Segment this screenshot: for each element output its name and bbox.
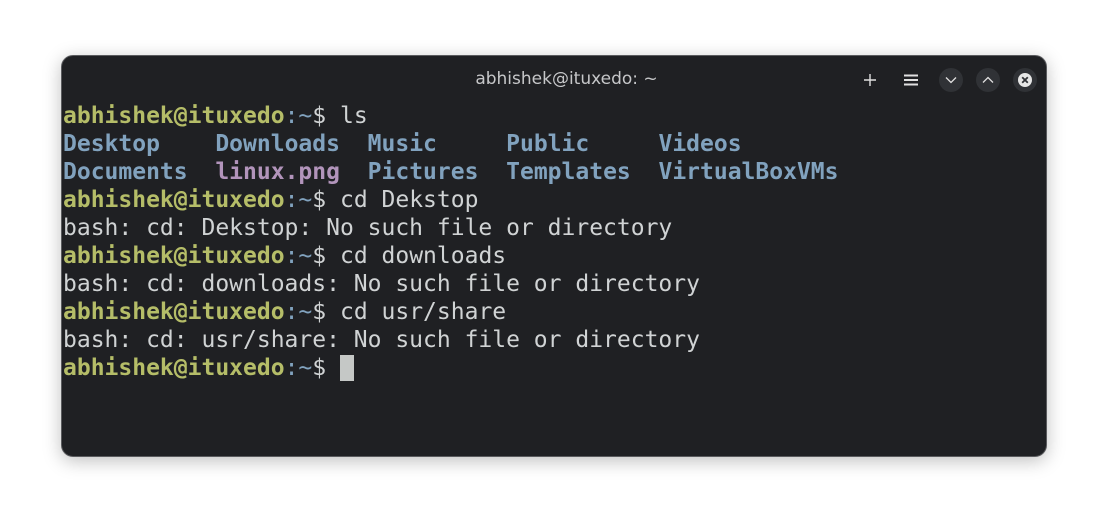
- directory-entry: VirtualBoxVMs: [658, 159, 839, 185]
- command-text: cd downloads: [339, 243, 507, 269]
- prompt-line: abhishek@ituxedo:~$ cd usr/share: [63, 298, 1046, 326]
- prompt-path: :~: [284, 103, 313, 129]
- image-file-entry: linux.png: [215, 159, 368, 185]
- menu-button[interactable]: [899, 68, 923, 92]
- prompt-sign: $: [312, 187, 340, 213]
- prompt-line: abhishek@ituxedo:~$ ls: [63, 102, 1046, 130]
- prompt-path: :~: [284, 187, 313, 213]
- prompt-path: :~: [284, 355, 313, 381]
- prompt-line: abhishek@ituxedo:~$ cd Dekstop: [63, 186, 1046, 214]
- ls-output-row: Desktop Downloads Music Public Videos: [63, 130, 1046, 158]
- prompt-sign: $: [312, 103, 340, 129]
- directory-entry: Music: [367, 131, 507, 157]
- text-cursor[interactable]: [339, 355, 354, 381]
- prompt-sign: $: [312, 243, 340, 269]
- prompt-line: abhishek@ituxedo:~$ cd downloads: [63, 242, 1046, 270]
- output-text: bash: cd: downloads: No such file or dir…: [63, 271, 700, 297]
- output-text: bash: cd: Dekstop: No such file or direc…: [63, 215, 673, 241]
- close-icon: [1018, 73, 1032, 87]
- directory-entry: Public: [506, 131, 659, 157]
- command-text: ls: [339, 103, 368, 129]
- directory-entry: Videos: [658, 131, 742, 157]
- command-text: cd usr/share: [339, 299, 507, 325]
- prompt-sign: $: [312, 355, 340, 381]
- prompt-path: :~: [284, 243, 313, 269]
- error-output-line: bash: cd: Dekstop: No such file or direc…: [63, 214, 1046, 242]
- maximize-button[interactable]: [976, 68, 1000, 92]
- prompt-user-host: abhishek@ituxedo: [63, 299, 285, 325]
- title-bar[interactable]: abhishek@ituxedo: ~: [62, 56, 1046, 102]
- terminal-output[interactable]: abhishek@ituxedo:~$ ls Desktop Downloads …: [63, 102, 1046, 456]
- close-button[interactable]: [1013, 68, 1037, 92]
- ls-output-row: Documents linux.png Pictures Templates V…: [63, 158, 1046, 186]
- plus-icon: [864, 74, 876, 86]
- output-text: bash: cd: usr/share: No such file or dir…: [63, 327, 700, 353]
- prompt-user-host: abhishek@ituxedo: [63, 243, 285, 269]
- prompt-user-host: abhishek@ituxedo: [63, 187, 285, 213]
- prompt-sign: $: [312, 299, 340, 325]
- prompt-user-host: abhishek@ituxedo: [63, 355, 285, 381]
- directory-entry: Desktop: [63, 131, 216, 157]
- hamburger-menu-icon: [904, 74, 918, 86]
- directory-entry: Downloads: [215, 131, 368, 157]
- prompt-user-host: abhishek@ituxedo: [63, 103, 285, 129]
- error-output-line: bash: cd: downloads: No such file or dir…: [63, 270, 1046, 298]
- command-text: cd Dekstop: [339, 187, 479, 213]
- chevron-down-icon: [945, 77, 957, 84]
- directory-entry: Templates: [506, 159, 659, 185]
- minimize-button[interactable]: [939, 68, 963, 92]
- prompt-path: :~: [284, 299, 313, 325]
- error-output-line: bash: cd: usr/share: No such file or dir…: [63, 326, 1046, 354]
- directory-entry: Pictures: [367, 159, 507, 185]
- terminal-window: abhishek@ituxedo: ~ abhishek@ituxedo:~$ …: [61, 55, 1047, 457]
- chevron-up-icon: [982, 76, 994, 83]
- new-tab-button[interactable]: [858, 68, 882, 92]
- prompt-line: abhishek@ituxedo:~$: [63, 354, 1046, 382]
- directory-entry: Documents: [63, 159, 216, 185]
